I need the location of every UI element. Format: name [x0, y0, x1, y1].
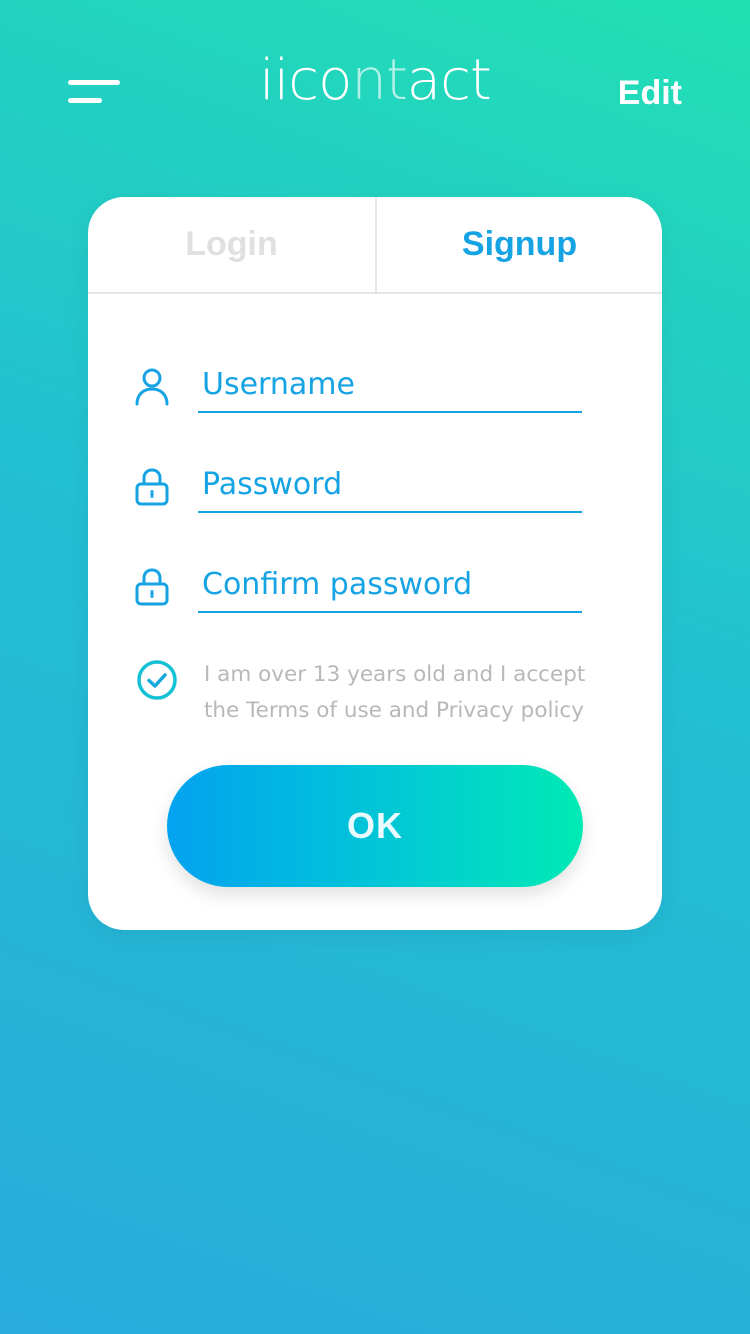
logo-text-b: nt: [351, 48, 407, 113]
tab-login[interactable]: Login: [88, 197, 375, 292]
username-row: [88, 349, 662, 419]
logo-text-c: act: [406, 48, 492, 113]
logo-text-a: iico: [259, 48, 352, 113]
password-input[interactable]: [198, 457, 582, 513]
lock-icon: [135, 468, 169, 506]
edit-button[interactable]: Edit: [618, 74, 682, 113]
password-row: [88, 449, 662, 519]
terms-text: I am over 13 years old and I accept the …: [204, 657, 624, 729]
terms-line-2: the Terms of use and Privacy policy: [204, 698, 584, 723]
confirm-password-input[interactable]: [198, 557, 582, 613]
ok-button[interactable]: OK: [167, 765, 583, 887]
check-circle-icon[interactable]: [136, 659, 178, 701]
auth-card: Login Signup I am over 13 years: [88, 197, 662, 930]
terms-consent: I am over 13 years old and I accept the …: [136, 657, 616, 737]
tab-signup[interactable]: Signup: [375, 197, 662, 292]
user-icon: [135, 368, 169, 406]
terms-line-1: I am over 13 years old and I accept: [204, 662, 586, 687]
lock-icon: [135, 568, 169, 606]
auth-tabs: Login Signup: [88, 197, 662, 294]
confirm-password-row: [88, 549, 662, 619]
username-input[interactable]: [198, 357, 582, 413]
